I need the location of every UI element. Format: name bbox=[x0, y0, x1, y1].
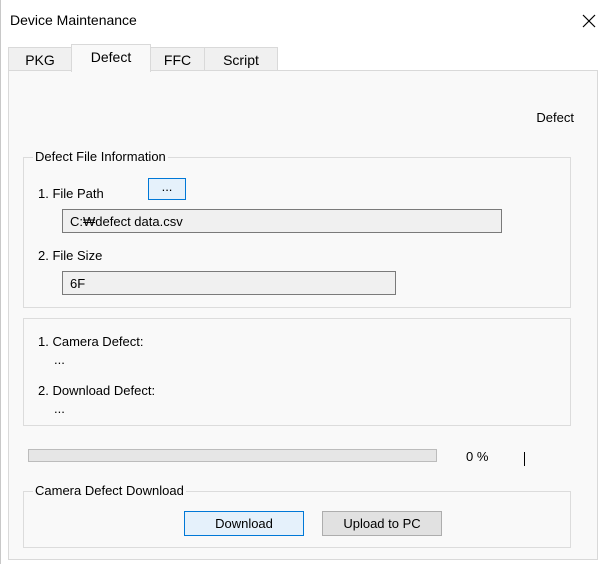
window-title: Device Maintenance bbox=[10, 12, 137, 28]
download-defect-label: 2. Download Defect: bbox=[38, 383, 156, 398]
upload-to-pc-button[interactable]: Upload to PC bbox=[322, 511, 442, 536]
file-path-label: 1. File Path bbox=[38, 186, 104, 201]
progress-percent: 0 % bbox=[466, 449, 489, 464]
title-bar: Device Maintenance bbox=[1, 0, 603, 40]
tab-script[interactable]: Script bbox=[204, 47, 278, 71]
tab-label: PKG bbox=[25, 52, 55, 68]
tab-label: FFC bbox=[163, 52, 192, 68]
device-maintenance-window: Device Maintenance PKG Defect FFC Script… bbox=[0, 0, 603, 564]
close-button[interactable] bbox=[574, 6, 603, 36]
group-title: Camera Defect Download bbox=[33, 483, 186, 498]
tab-pkg[interactable]: PKG bbox=[8, 47, 72, 71]
page-heading: Defect bbox=[536, 110, 574, 125]
camera-defect-value: ... bbox=[54, 352, 65, 367]
progress-bar bbox=[28, 449, 437, 462]
download-defect-value: ... bbox=[54, 401, 65, 416]
file-size-label: 2. File Size bbox=[38, 248, 103, 263]
tab-label: Script bbox=[223, 52, 259, 68]
tab-ffc[interactable]: FFC bbox=[150, 47, 205, 71]
camera-defect-label: 1. Camera Defect: bbox=[38, 334, 144, 349]
tab-label: Defect bbox=[90, 49, 132, 65]
browse-button[interactable]: ... bbox=[148, 178, 186, 200]
text-caret bbox=[524, 452, 525, 466]
file-size-field[interactable]: 6F bbox=[62, 271, 396, 295]
tab-defect[interactable]: Defect bbox=[71, 44, 151, 72]
tab-strip: PKG Defect FFC Script bbox=[8, 44, 598, 72]
group-title: Defect File Information bbox=[33, 149, 168, 164]
close-icon bbox=[582, 14, 596, 28]
download-button[interactable]: Download bbox=[184, 511, 304, 536]
file-path-field[interactable]: C:₩defect data.csv bbox=[62, 209, 502, 233]
